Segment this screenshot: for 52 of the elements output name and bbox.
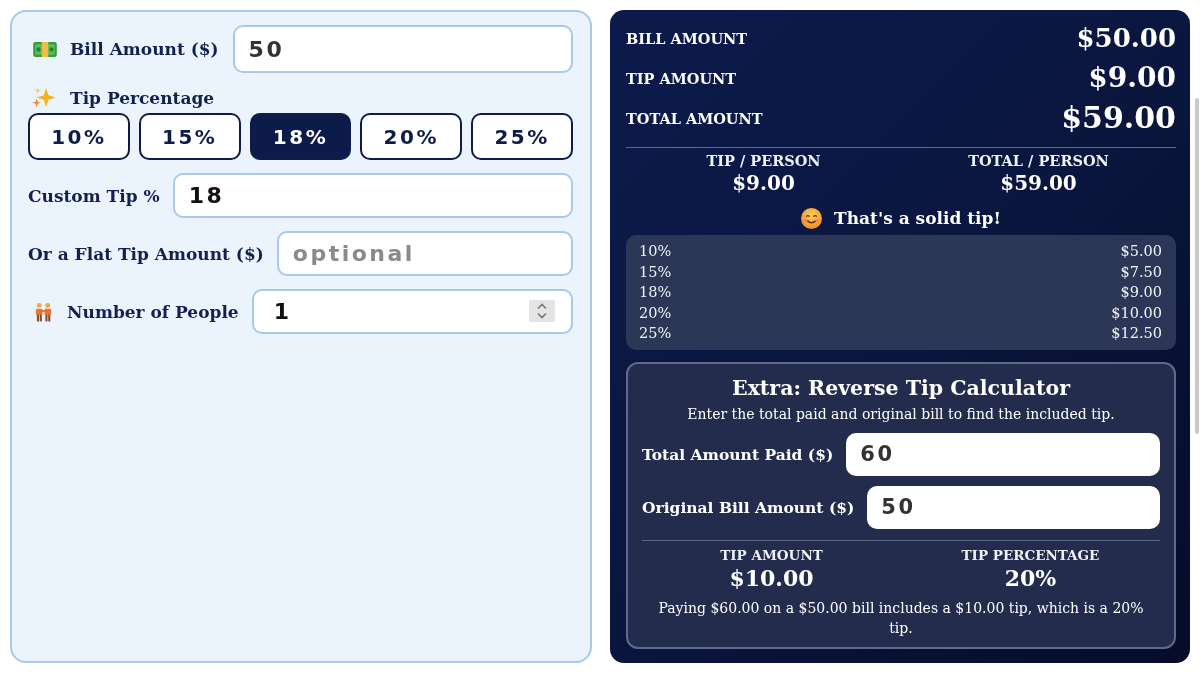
table-cell-text: 10% bbox=[639, 242, 672, 261]
reverse-calculator-title: Extra: Reverse Tip Calculator bbox=[732, 374, 1070, 402]
bill-amount-label: Bill Amount ($) bbox=[70, 39, 219, 59]
per-person-value: $9.00 bbox=[732, 170, 795, 196]
custom-tip-input[interactable]: 18 bbox=[172, 173, 573, 218]
summary-label: TIP AMOUNT bbox=[626, 69, 737, 87]
flat-tip-input[interactable]: optional bbox=[276, 231, 573, 276]
per-person-value: $59.00 bbox=[1000, 170, 1077, 196]
summary-label: TOTAL AMOUNT bbox=[626, 109, 763, 127]
table-cell-text: $7.50 bbox=[1120, 262, 1162, 282]
bill-amount-input[interactable]: 50 bbox=[232, 25, 573, 73]
summary-value: $9.00 bbox=[1088, 64, 1176, 92]
per-person-label: TIP / PERSON bbox=[706, 152, 821, 170]
result-label: TIP AMOUNT bbox=[720, 546, 823, 564]
table-cell-text: 20% bbox=[639, 303, 672, 323]
reverse-summary-text: Paying $60.00 on a $50.00 bill includes a $10.00 tip, which is a 20% tip. bbox=[657, 598, 1145, 638]
summary-value: $59.00 bbox=[1061, 103, 1176, 133]
flat-tip-label: Or a Flat Tip Amount ($) bbox=[28, 243, 264, 264]
table-cell-text: 25% bbox=[639, 324, 672, 343]
number-of-people-input[interactable]: 1 bbox=[251, 289, 573, 334]
sparkles-icon bbox=[32, 87, 56, 108]
reverse-amount-input[interactable]: 60 bbox=[846, 432, 1160, 476]
tip-percent-button[interactable]: 25% bbox=[471, 113, 573, 160]
result-value: 20% bbox=[1004, 563, 1057, 592]
tip-percent-button[interactable]: 15% bbox=[138, 113, 241, 160]
summary-value: $50.00 bbox=[1076, 25, 1176, 51]
smiling-face-icon bbox=[801, 207, 823, 229]
spinner-icon[interactable] bbox=[529, 300, 555, 322]
reverse-field-label: Original Bill Amount ($) bbox=[642, 497, 855, 517]
scrollbar[interactable] bbox=[1195, 98, 1199, 434]
per-person-label: TOTAL / PERSON bbox=[968, 152, 1109, 170]
tip-percent-button[interactable]: 10% bbox=[28, 113, 130, 160]
reverse-amount-input[interactable]: 50 bbox=[867, 485, 1160, 529]
table-cell-text: 18% bbox=[639, 283, 672, 302]
reverse-calculator-description: Enter the total paid and original bill to find the included tip. bbox=[687, 404, 1115, 424]
number-of-people-label: Number of People bbox=[67, 301, 239, 322]
tip-percent-button[interactable]: 20% bbox=[360, 113, 463, 160]
table-cell-text: $10.00 bbox=[1111, 303, 1162, 323]
result-label: TIP PERCENTAGE bbox=[961, 546, 1100, 564]
table-cell-text: 15% bbox=[639, 262, 672, 282]
table-cell-text: $12.50 bbox=[1111, 324, 1162, 343]
summary-label: BILL AMOUNT bbox=[626, 29, 748, 47]
table-cell-text: $5.00 bbox=[1120, 242, 1162, 261]
result-value: $10.00 bbox=[729, 563, 814, 592]
tip-message: That's a solid tip! bbox=[834, 208, 1001, 228]
reverse-field-label: Total Amount Paid ($) bbox=[642, 444, 834, 464]
table-cell-text: $9.00 bbox=[1120, 283, 1162, 302]
people-icon bbox=[35, 301, 52, 322]
tip-percent-button[interactable]: 18% bbox=[249, 113, 352, 160]
tip-percentage-label: Tip Percentage bbox=[70, 87, 215, 108]
banknote-icon bbox=[33, 41, 57, 57]
custom-tip-label: Custom Tip % bbox=[28, 185, 160, 206]
